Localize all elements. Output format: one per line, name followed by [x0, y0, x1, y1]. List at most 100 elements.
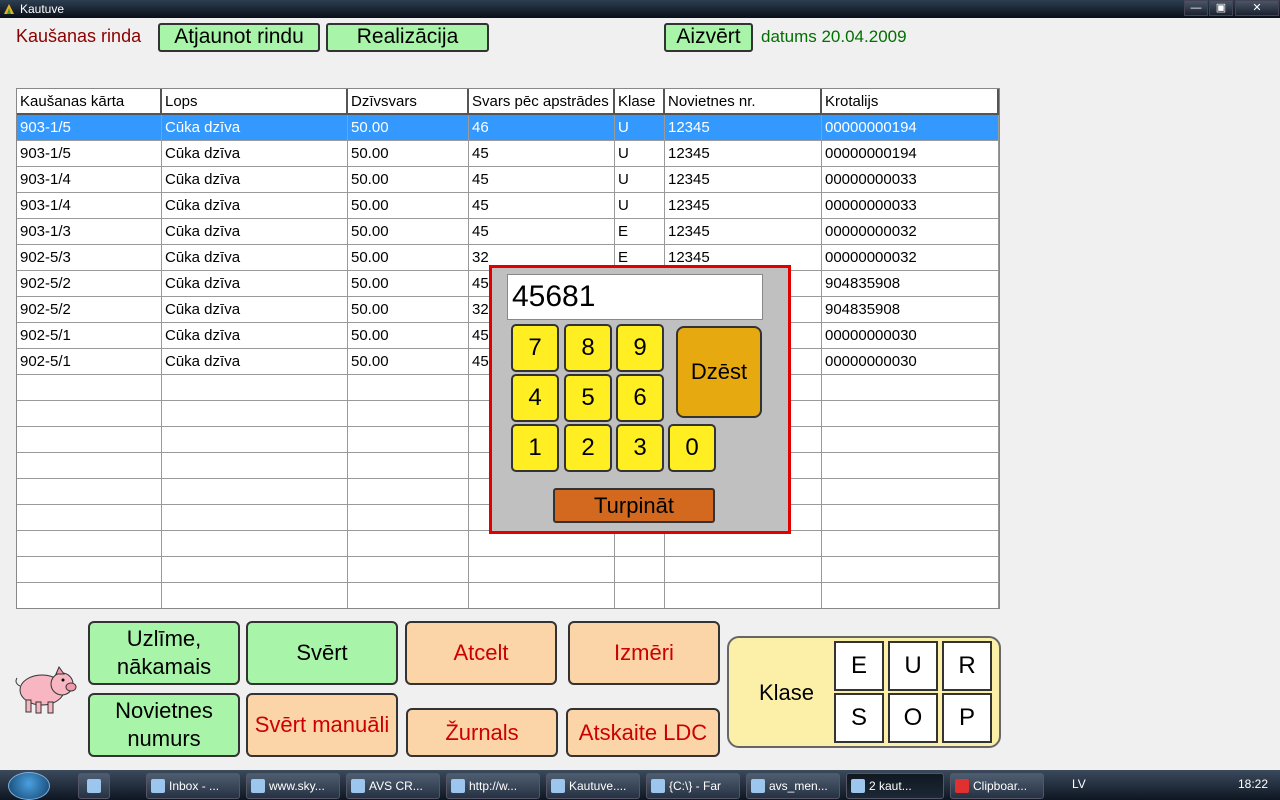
column-header[interactable]: Novietnes nr. [665, 89, 822, 115]
table-cell: 00000000032 [822, 245, 999, 271]
delete-button[interactable]: Dzēst [676, 326, 762, 418]
table-cell [17, 479, 162, 505]
numpad-key-9[interactable]: 9 [616, 324, 664, 372]
table-cell [162, 583, 348, 608]
table-cell: 904835908 [822, 297, 999, 323]
class-button-e[interactable]: E [834, 641, 884, 691]
class-button-s[interactable]: S [834, 693, 884, 743]
app-icon [351, 779, 365, 793]
class-button-r[interactable]: R [942, 641, 992, 691]
table-cell [615, 583, 665, 608]
start-button[interactable] [8, 772, 50, 800]
cancel-button[interactable]: Atcelt [405, 621, 557, 685]
weigh-manual-button[interactable]: Svērt manuāli [246, 693, 398, 757]
taskbar-item[interactable]: avs_men... [746, 773, 840, 799]
taskbar-item-label: www.sky... [269, 779, 325, 793]
taskbar-item[interactable]: Kautuve.... [546, 773, 640, 799]
continue-button[interactable]: Turpināt [553, 488, 715, 523]
minimize-button[interactable]: — [1184, 0, 1208, 16]
table-cell [665, 583, 822, 608]
table-cell: Cūka dzīva [162, 141, 348, 167]
taskbar-item[interactable]: www.sky... [246, 773, 340, 799]
table-cell [17, 505, 162, 531]
farm-number-button[interactable]: Novietnes numurs [88, 693, 240, 757]
table-cell [348, 453, 469, 479]
taskbar-item-active[interactable]: 2 kaut... [846, 773, 944, 799]
table-cell: 00000000033 [822, 167, 999, 193]
table-cell: 12345 [665, 141, 822, 167]
media-icon [251, 779, 265, 793]
maximize-button[interactable]: ▣ [1209, 0, 1233, 16]
column-header[interactable]: Klase [615, 89, 665, 115]
table-row[interactable]: 903-1/4 Cūka dzīva 50.00 45 U 12345 0000000003… [17, 167, 999, 193]
table-cell [348, 401, 469, 427]
table-cell [348, 557, 469, 583]
column-header[interactable]: Svars pēc apstrādes [469, 89, 615, 115]
taskbar-item[interactable]: Inbox - ... [146, 773, 240, 799]
column-header[interactable]: Kaušanas kārta [17, 89, 162, 115]
numpad-key-4[interactable]: 4 [511, 374, 559, 422]
table-cell: U [615, 193, 665, 219]
class-button-u[interactable]: U [888, 641, 938, 691]
numpad-key-1[interactable]: 1 [511, 424, 559, 472]
table-cell [822, 427, 999, 453]
class-button-o[interactable]: O [888, 693, 938, 743]
column-header[interactable]: Krotalijs [822, 89, 999, 115]
table-cell: 903-1/4 [17, 193, 162, 219]
close-window-button[interactable]: ✕ [1235, 0, 1279, 16]
table-row[interactable]: 903-1/4 Cūka dzīva 50.00 45 U 12345 0000000003… [17, 193, 999, 219]
app-icon [4, 4, 14, 14]
taskbar-item[interactable]: Clipboar... [950, 773, 1044, 799]
close-button[interactable]: Aizvērt [664, 23, 753, 52]
table-cell [822, 375, 999, 401]
show-desktop-icon[interactable] [78, 773, 110, 799]
table-cell: 902-5/2 [17, 297, 162, 323]
table-cell: 00000000032 [822, 219, 999, 245]
taskbar-item[interactable]: http://w... [446, 773, 540, 799]
taskbar-item-label: avs_men... [769, 779, 828, 793]
table-cell [17, 531, 162, 557]
table-cell [17, 375, 162, 401]
table-row[interactable]: 903-1/3 Cūka dzīva 50.00 45 E 12345 0000000003… [17, 219, 999, 245]
empty-table-row[interactable] [17, 557, 999, 583]
dimensions-button[interactable]: Izmēri [568, 621, 720, 685]
label-next-button[interactable]: Uzlīme, nākamais [88, 621, 240, 685]
table-cell [17, 583, 162, 608]
table-row[interactable]: 903-1/5 Cūka dzīva 50.00 45 U 12345 0000000019… [17, 141, 999, 167]
numpad-key-5[interactable]: 5 [564, 374, 612, 422]
empty-table-row[interactable] [17, 583, 999, 608]
numpad-display[interactable]: 45681 [507, 274, 763, 320]
language-indicator[interactable]: LV [1072, 777, 1086, 791]
report-ldc-button[interactable]: Atskaite LDC [566, 708, 720, 757]
numpad-key-7[interactable]: 7 [511, 324, 559, 372]
numpad-key-3[interactable]: 3 [616, 424, 664, 472]
mail-icon [151, 779, 165, 793]
journal-button[interactable]: Žurnals [406, 708, 558, 757]
table-cell [162, 479, 348, 505]
queue-label: Kaušanas rinda [16, 26, 142, 46]
clock[interactable]: 18:22 [1238, 777, 1268, 791]
column-header[interactable]: Lops [162, 89, 348, 115]
app-icon [551, 779, 565, 793]
empty-table-row[interactable] [17, 531, 999, 557]
weigh-button[interactable]: Svērt [246, 621, 398, 685]
browser-icon [451, 779, 465, 793]
table-cell [348, 479, 469, 505]
table-cell: 902-5/2 [17, 271, 162, 297]
class-button-p[interactable]: P [942, 693, 992, 743]
numpad-key-6[interactable]: 6 [616, 374, 664, 422]
numpad-key-0[interactable]: 0 [668, 424, 716, 472]
table-cell: U [615, 167, 665, 193]
numpad-key-8[interactable]: 8 [564, 324, 612, 372]
realization-button[interactable]: Realizācija [326, 23, 489, 52]
numpad-key-2[interactable]: 2 [564, 424, 612, 472]
table-cell: Cūka dzīva [162, 219, 348, 245]
column-header[interactable]: Dzīvsvars [348, 89, 469, 115]
table-cell: 902-5/1 [17, 323, 162, 349]
refresh-queue-button[interactable]: Atjaunot rindu [158, 23, 320, 52]
taskbar-item-label: AVS CR... [369, 779, 423, 793]
table-row[interactable]: 903-1/5 Cūka dzīva 50.00 46 U 12345 0000000019… [17, 115, 999, 141]
taskbar-item[interactable]: AVS CR... [346, 773, 440, 799]
taskbar-item[interactable]: {C:\} - Far [646, 773, 740, 799]
numpad-dialog: 45681 7 8 9 4 5 6 1 2 3 0 Dzēst Turpināt [489, 265, 791, 534]
